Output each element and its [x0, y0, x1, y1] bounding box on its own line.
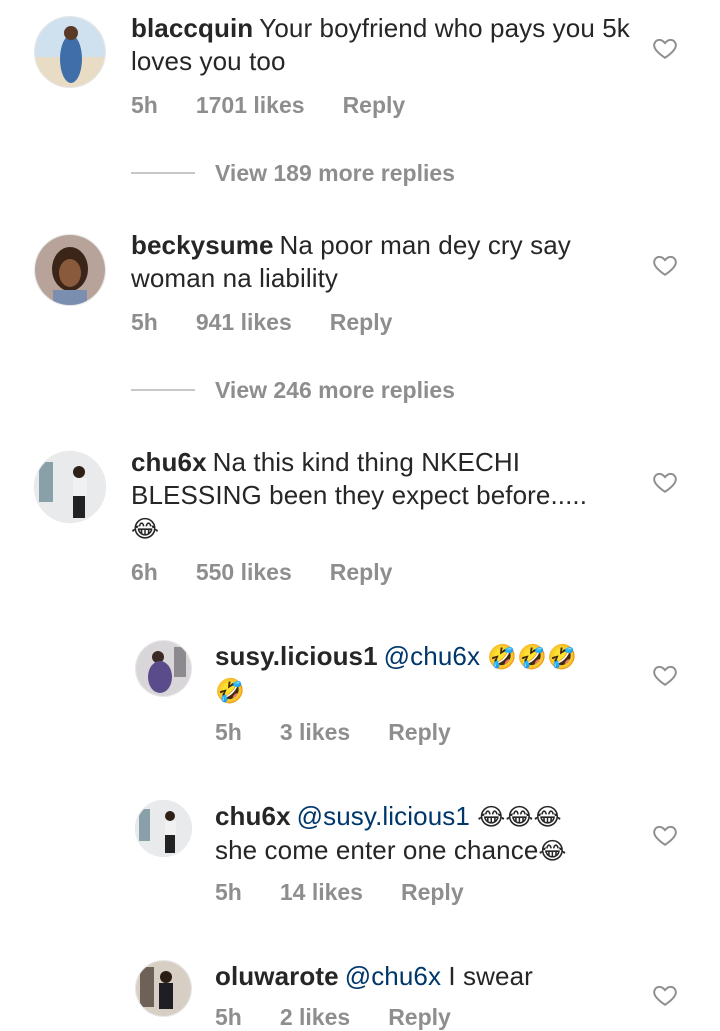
emoji: 😂 — [538, 837, 567, 865]
mention-link[interactable]: @chu6x — [384, 641, 480, 671]
comment-meta: 6h 550 likes Reply — [131, 559, 430, 586]
avatar[interactable] — [135, 800, 192, 857]
emoji: 😂😂😂 — [477, 803, 562, 831]
emoji: 🤣🤣🤣 — [487, 643, 578, 671]
likes-count[interactable]: 550 likes — [196, 559, 292, 585]
likes-count[interactable]: 3 likes — [280, 719, 350, 745]
reply-meta: 5h 3 likes Reply — [215, 719, 489, 746]
comment-meta: 5h 941 likes Reply — [131, 309, 430, 336]
emoji: 🤣 — [215, 677, 245, 705]
timestamp: 5h — [215, 1004, 242, 1030]
timestamp: 5h — [131, 309, 158, 335]
heart-icon[interactable] — [652, 469, 678, 495]
username[interactable]: chu6x — [131, 447, 207, 477]
avatar[interactable] — [34, 451, 106, 523]
comment-text: blaccquin Your boyfriend who pays you 5k … — [131, 12, 631, 78]
avatar[interactable] — [34, 16, 106, 88]
emoji: 😂 — [131, 515, 160, 543]
avatar[interactable] — [135, 960, 192, 1017]
mention-link[interactable]: @susy.licious1 — [297, 801, 470, 831]
heart-icon[interactable] — [652, 662, 678, 688]
reply-button[interactable]: Reply — [330, 309, 393, 335]
comment-meta: 5h 1701 likes Reply — [131, 92, 443, 119]
username[interactable]: chu6x — [215, 801, 291, 831]
username[interactable]: blaccquin — [131, 13, 253, 43]
username[interactable]: beckysume — [131, 230, 274, 260]
reply-button[interactable]: Reply — [343, 92, 406, 118]
view-more-label: View 246 more replies — [215, 376, 455, 403]
reply-body: I swear — [448, 961, 533, 991]
reply-button[interactable]: Reply — [388, 1004, 451, 1030]
likes-count[interactable]: 1701 likes — [196, 92, 305, 118]
reply-button[interactable]: Reply — [401, 879, 464, 905]
likes-count[interactable]: 2 likes — [280, 1004, 350, 1030]
timestamp: 5h — [215, 719, 242, 745]
heart-icon[interactable] — [652, 35, 678, 61]
heart-icon[interactable] — [652, 252, 678, 278]
reply-button[interactable]: Reply — [388, 719, 451, 745]
timestamp: 5h — [131, 92, 158, 118]
divider-line — [131, 389, 195, 391]
heart-icon[interactable] — [652, 982, 678, 1008]
reply-text: oluwarote @chu6x I swear — [215, 960, 635, 993]
comment-text: beckysume Na poor man dey cry say woman n… — [131, 229, 631, 295]
mention-link[interactable]: @chu6x — [345, 961, 441, 991]
reply-button[interactable]: Reply — [330, 559, 393, 585]
reply-text: susy.licious1 @chu6x 🤣🤣🤣 🤣 — [215, 640, 635, 708]
username[interactable]: oluwarote — [215, 961, 339, 991]
timestamp: 6h — [131, 559, 158, 585]
view-more-label: View 189 more replies — [215, 159, 455, 186]
reply-text: chu6x @susy.licious1 😂😂😂 she come enter on… — [215, 800, 635, 868]
view-more-replies[interactable]: View 189 more replies — [131, 158, 455, 188]
timestamp: 5h — [215, 879, 242, 905]
heart-icon[interactable] — [652, 822, 678, 848]
reply-meta: 5h 14 likes Reply — [215, 879, 502, 906]
avatar[interactable] — [135, 640, 192, 697]
username[interactable]: susy.licious1 — [215, 641, 378, 671]
comment-text: chu6x Na this kind thing NKECHI BLESSING … — [131, 446, 631, 546]
reply-body: she come enter one chance — [215, 835, 539, 865]
likes-count[interactable]: 941 likes — [196, 309, 292, 335]
divider-line — [131, 172, 195, 174]
view-more-replies[interactable]: View 246 more replies — [131, 375, 455, 405]
reply-meta: 5h 2 likes Reply — [215, 1004, 489, 1031]
likes-count[interactable]: 14 likes — [280, 879, 363, 905]
avatar[interactable] — [34, 234, 106, 306]
